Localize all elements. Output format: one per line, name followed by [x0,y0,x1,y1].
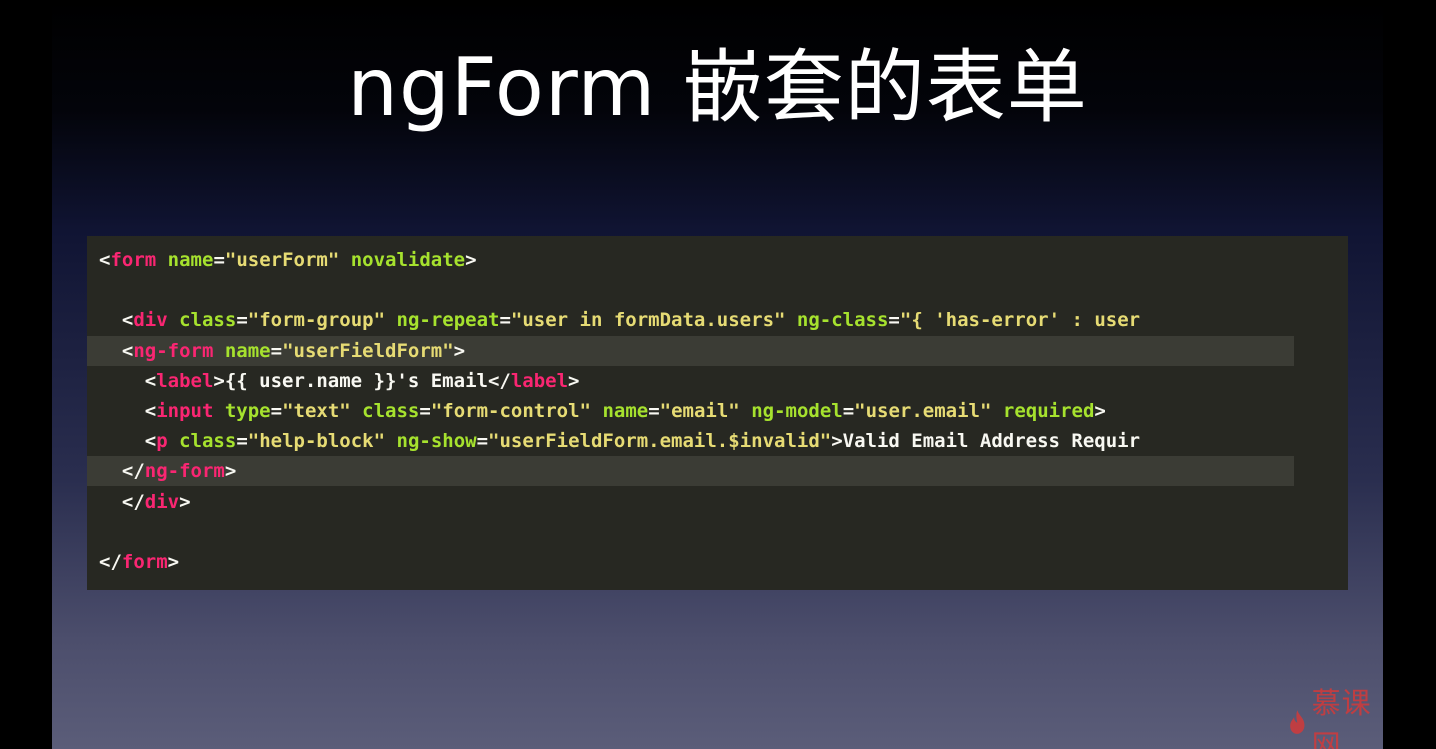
highlighted-line-background [87,456,1294,486]
code-token-punc: = [236,430,248,452]
code-token-punc [385,309,396,331]
code-token-punc [213,340,224,362]
code-token-punc: = [270,340,283,362]
code-line: <ng-form name="userFieldForm"> [99,336,465,366]
code-line: </form> [99,547,179,577]
code-line: </ng-form> [99,456,236,486]
code-token-punc [213,400,224,422]
code-token-punc: < [99,430,157,452]
letterbox-bar [1383,0,1436,749]
code-token-punc: > [1094,400,1106,422]
code-token-punc [385,430,396,452]
code-token-punc: > [224,460,237,482]
code-token-punc: = [419,400,431,422]
watermark-text: 慕课网 [1311,686,1372,749]
code-line: <p class="help-block" ng-show="userField… [99,426,1140,456]
code-token-tag: input [156,400,214,422]
code-token-str: "userFieldForm" [282,340,454,362]
code-token-punc [991,400,1002,422]
code-token-tag: ng-form [133,340,214,362]
flame-logo-icon [1290,710,1305,734]
watermark: 慕课网 [1287,686,1383,749]
code-token-punc: = [270,400,283,422]
code-token-punc: = [888,309,900,331]
code-token-tag: form [110,249,157,271]
code-token-tag: form [121,551,168,573]
code-token-punc [168,430,179,452]
code-token-punc: = [476,430,489,452]
code-token-punc [591,400,602,422]
code-token-attr: novalidate [350,249,466,271]
code-token-attr: name [167,249,214,271]
code-line: <input type="text" class="form-control" … [99,396,1106,426]
code-token-attr: ng-model [751,400,843,422]
code-token-punc: > [465,249,477,271]
code-token-punc: </ [99,491,145,513]
code-block: <form name="userForm" novalidate> <div c… [87,236,1348,590]
code-line: </div> [99,487,191,517]
code-token-tag: p [156,430,168,452]
code-token-text: >{{ user.name }}'s Email</ [213,370,511,392]
code-token-attr: class [362,400,420,422]
code-token-attr: ng-class [796,309,889,331]
code-token-punc: </ [99,551,122,573]
code-token-str: "help-block" [247,430,386,452]
code-token-attr: ng-show [396,430,477,452]
code-token-str: "user in formData.users" [510,309,786,331]
code-token-punc: < [99,249,111,271]
code-token-attr: class [179,309,237,331]
code-token-punc: = [648,400,660,422]
code-token-attr: name [224,340,271,362]
code-token-punc: < [99,309,134,331]
code-token-str: "user.email" [854,400,992,422]
code-token-str: "form-control" [430,400,591,422]
code-token-attr: name [602,400,649,422]
code-token-punc: = [236,309,248,331]
code-token-punc: > [568,370,580,392]
code-token-punc [168,309,179,331]
code-token-text: >Valid Email Address Requir [831,430,1141,452]
code-token-punc: = [213,249,225,271]
code-line: <label>{{ user.name }}'s Email</label> [99,366,580,396]
code-token-punc: < [99,370,157,392]
code-token-attr: type [224,400,271,422]
code-token-punc: > [179,491,191,513]
code-line: <div class="form-group" ng-repeat="user … [99,305,1140,335]
code-token-punc [339,249,350,271]
code-token-str: "email" [659,400,740,422]
code-token-punc [351,400,362,422]
code-token-tag: ng-form [144,460,225,482]
code-token-punc: = [499,309,511,331]
code-token-punc [740,400,751,422]
code-token-punc: > [167,551,180,573]
code-token-str: "text" [282,400,351,422]
code-token-str: "userFieldForm.email.$invalid" [488,430,832,452]
code-token-punc: = [842,400,855,422]
code-token-attr: required [1002,400,1095,422]
slide-title: ngForm 嵌套的表单 [347,41,1088,134]
code-token-punc [785,309,796,331]
code-line: <form name="userForm" novalidate> [99,245,477,275]
code-token-attr: ng-repeat [396,309,500,331]
code-token-punc: </ [99,460,145,482]
code-token-str: "form-group" [247,309,386,331]
presentation-slide: ngForm 嵌套的表单 <form name="userForm" noval… [52,0,1383,749]
code-token-punc [156,249,167,271]
code-token-tag: label [510,370,569,392]
code-token-punc: < [99,400,157,422]
code-token-str: "userForm" [224,249,340,271]
code-token-tag: div [133,309,168,331]
code-token-tag: div [144,491,180,513]
code-token-punc: > [453,340,466,362]
code-token-punc: < [99,340,134,362]
code-token-attr: class [179,430,237,452]
code-token-str: "{ 'has-error' : user [899,309,1141,331]
code-token-tag: label [156,370,214,392]
